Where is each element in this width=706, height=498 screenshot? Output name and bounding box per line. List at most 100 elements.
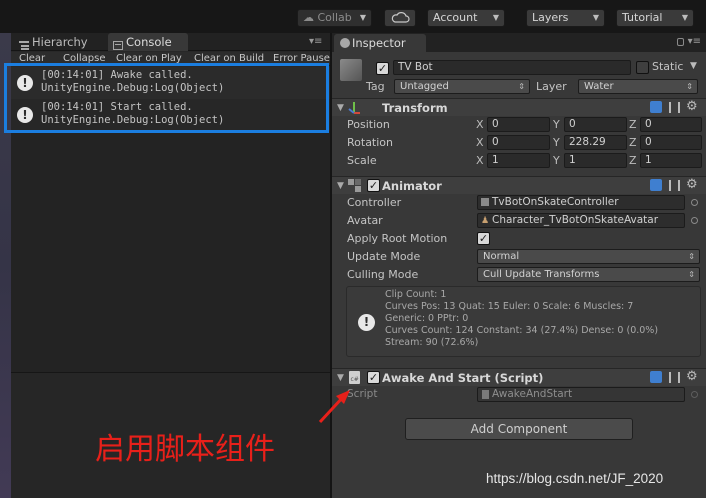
rotation-x-field[interactable]: 0 — [487, 135, 550, 150]
layer-label: Layer — [536, 80, 567, 93]
axis-z-label: Z — [629, 154, 637, 167]
scale-label: Scale — [347, 154, 377, 167]
script-component-title: Awake And Start (Script) — [382, 371, 544, 385]
gameobject-name-field[interactable]: TV Bot — [393, 60, 631, 75]
position-label: Position — [347, 118, 390, 131]
layers-dropdown[interactable]: Layers ▼ — [526, 9, 605, 27]
help-book-icon[interactable] — [650, 179, 662, 191]
info-icon: ! — [358, 314, 375, 331]
watermark-text: https://blog.csdn.net/JF_2020 — [486, 471, 664, 486]
animator-controller-icon — [481, 198, 489, 206]
rotation-z-field[interactable]: 0 — [640, 135, 702, 150]
chevron-down-icon[interactable]: ▼ — [690, 61, 697, 71]
axis-z-label: Z — [629, 118, 637, 131]
controller-object-field[interactable]: TvBotOnSkateController — [477, 195, 685, 210]
transform-title: Transform — [382, 101, 448, 115]
object-picker-icon — [691, 391, 698, 398]
apply-root-motion-checkbox[interactable]: ✓ — [477, 232, 490, 245]
tab-console[interactable]: Console — [108, 33, 188, 51]
object-picker-icon[interactable] — [691, 199, 698, 206]
static-checkbox[interactable] — [636, 61, 649, 74]
lock-icon[interactable] — [677, 38, 684, 46]
axis-z-label: Z — [629, 136, 637, 149]
chevron-down-icon: ▼ — [492, 13, 499, 22]
layer-dropdown[interactable]: Water ⇕ — [578, 79, 698, 94]
preset-icon[interactable] — [669, 180, 680, 191]
add-component-button[interactable]: Add Component — [405, 418, 633, 440]
scale-z-field[interactable]: 1 — [640, 153, 702, 168]
transform-header[interactable]: ▼ Transform ⚙ — [332, 98, 706, 116]
culling-mode-value: Cull Update Transforms — [483, 269, 600, 280]
dropdown-arrows-icon: ⇕ — [688, 270, 695, 279]
preset-icon[interactable] — [669, 102, 680, 113]
foldout-arrow-icon[interactable]: ▼ — [337, 103, 344, 113]
object-picker-icon[interactable] — [691, 217, 698, 224]
foldout-arrow-icon[interactable]: ▼ — [337, 181, 344, 191]
script-component-header[interactable]: ▼ c# ✓ Awake And Start (Script) ⚙ — [332, 368, 706, 386]
inspector-tabbar: Inspector ▾≡ — [332, 33, 706, 52]
foldout-arrow-icon[interactable]: ▼ — [337, 373, 344, 383]
cloud-icon — [391, 12, 410, 23]
gear-icon[interactable]: ⚙ — [686, 178, 698, 192]
help-book-icon[interactable] — [650, 101, 662, 113]
update-mode-value: Normal — [483, 251, 520, 262]
position-y-field[interactable]: 0 — [564, 117, 627, 132]
red-arrow-annotation — [318, 390, 350, 424]
left-panel-tabbar: Hierarchy Console ▾≡ — [0, 33, 330, 51]
svg-text:c#: c# — [351, 376, 359, 383]
avatar-label: Avatar — [347, 214, 383, 227]
tab-hierarchy[interactable]: Hierarchy — [14, 33, 104, 51]
inspector-panel: Inspector ▾≡ ✓ TV Bot Static ▼ Tag Untag… — [332, 33, 706, 498]
avatar-person-icon: ♟ — [481, 216, 490, 226]
animator-icon — [348, 179, 361, 192]
rotation-y-field[interactable]: 228.29 — [564, 135, 627, 150]
account-dropdown[interactable]: Account ▼ — [427, 9, 505, 27]
dropdown-arrows-icon: ⇕ — [688, 252, 695, 261]
chevron-down-icon: ▼ — [359, 13, 366, 22]
gear-icon[interactable]: ⚙ — [686, 100, 698, 114]
animator-info-box: ! Clip Count: 1 Curves Pos: 13 Quat: 15 … — [346, 286, 701, 357]
dropdown-arrows-icon: ⇕ — [686, 82, 693, 91]
collab-icon: ☁ — [303, 11, 318, 24]
help-book-icon[interactable] — [650, 371, 662, 383]
animator-header[interactable]: ▼ ✓ Animator ⚙ — [332, 176, 706, 194]
scale-y-field[interactable]: 1 — [564, 153, 627, 168]
update-mode-label: Update Mode — [347, 250, 421, 263]
axis-y-label: Y — [553, 118, 560, 131]
update-mode-dropdown[interactable]: Normal ⇕ — [477, 249, 700, 264]
tag-dropdown[interactable]: Untagged ⇕ — [394, 79, 530, 94]
panel-menu-icon[interactable]: ▾≡ — [688, 36, 701, 47]
tab-inspector[interactable]: Inspector — [334, 34, 426, 52]
collab-button[interactable]: ☁ Collab ▼ — [297, 9, 372, 27]
scale-x-field[interactable]: 1 — [487, 153, 550, 168]
rotation-label: Rotation — [347, 136, 394, 149]
culling-mode-dropdown[interactable]: Cull Update Transforms ⇕ — [477, 267, 700, 282]
axis-y-label: Y — [553, 154, 560, 167]
component-header-icons: ⚙ — [650, 100, 702, 115]
animator-enabled-checkbox[interactable]: ✓ — [367, 179, 380, 192]
info-circle-icon — [340, 38, 350, 48]
script-enabled-checkbox[interactable]: ✓ — [367, 371, 380, 384]
script-file-icon — [482, 390, 489, 399]
gear-icon[interactable]: ⚙ — [686, 370, 698, 384]
axis-x-label: X — [476, 154, 484, 167]
dropdown-arrows-icon: ⇕ — [518, 82, 525, 91]
gameobject-active-checkbox[interactable]: ✓ — [376, 62, 389, 75]
tab-inspector-label: Inspector — [352, 36, 406, 50]
layout-dropdown[interactable]: Tutorial ▼ — [616, 9, 694, 27]
cloud-services-button[interactable] — [384, 9, 416, 27]
preset-icon[interactable] — [669, 372, 680, 383]
avatar-object-field[interactable]: ♟ Character_TvBotOnSkateAvatar — [477, 213, 685, 228]
position-z-field[interactable]: 0 — [640, 117, 702, 132]
layer-value: Water — [584, 81, 614, 92]
layers-label: Layers — [532, 11, 569, 24]
panel-menu-icon[interactable]: ▾≡ — [309, 36, 322, 47]
animator-title: Animator — [382, 179, 442, 193]
info-line: Generic: 0 PPtr: 0 — [385, 313, 469, 324]
csharp-script-icon: c# — [348, 371, 361, 384]
account-label: Account — [433, 11, 478, 24]
collab-label: Collab — [317, 11, 352, 24]
controller-value: TvBotOnSkateController — [492, 196, 619, 208]
info-line: Stream: 90 (72.6%) — [385, 337, 479, 348]
position-x-field[interactable]: 0 — [487, 117, 550, 132]
